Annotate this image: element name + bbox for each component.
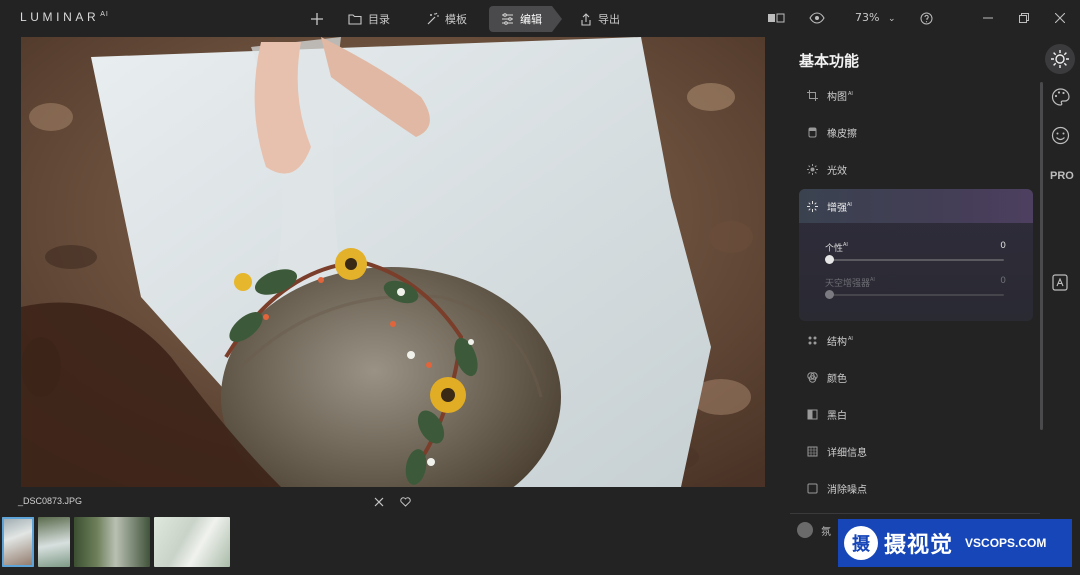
thumbnail[interactable]: [74, 517, 150, 567]
tool-label: 结构: [827, 336, 847, 348]
thumbnail[interactable]: [2, 517, 34, 567]
sun-icon: [1051, 50, 1069, 68]
sparkle-icon: [807, 200, 818, 212]
divider: [790, 513, 1040, 514]
restore-icon[interactable]: [1019, 13, 1029, 23]
tool-label: 颜色: [827, 373, 847, 385]
tool-label: 橡皮擦: [827, 128, 857, 140]
tool-color[interactable]: 颜色: [807, 367, 847, 387]
bw-icon: [807, 409, 818, 419]
face-icon[interactable]: [1051, 126, 1070, 145]
tools-panel: 基本功能 构图AI 橡皮擦 光效 增强AI 个性AI 0 天空增强器AI 0 结…: [790, 37, 1042, 575]
tool-label: 详细信息: [827, 447, 867, 459]
ai-badge: AI: [848, 335, 853, 342]
heart-icon[interactable]: [400, 497, 411, 507]
add-button[interactable]: [310, 6, 324, 32]
export-label: 导出: [598, 13, 620, 26]
app-name: LUMINAR: [20, 10, 100, 24]
image-filename: _DSC0873.JPG: [18, 496, 83, 506]
zoom-select[interactable]: 73% ⌄: [855, 11, 896, 24]
sky-enhancer-slider[interactable]: [825, 290, 1004, 299]
watermark-banner: 摄 摄视觉 VSCOPS.COM: [838, 519, 1072, 567]
panel-scrollbar[interactable]: [1040, 82, 1043, 430]
filmstrip: [2, 517, 230, 567]
slider-label: 个性AI: [825, 242, 848, 254]
watermark-text: 摄视觉: [884, 533, 954, 558]
folder-icon: [348, 14, 362, 25]
tool-details[interactable]: 详细信息: [807, 441, 867, 461]
share-icon: [581, 12, 591, 26]
export-button[interactable]: 导出: [580, 6, 620, 32]
tool-denoise[interactable]: 消除噪点: [807, 478, 867, 498]
edit-label: 编辑: [520, 13, 542, 26]
crop-icon: [807, 89, 818, 101]
photo-canvas[interactable]: [21, 37, 765, 487]
enhance-card: 增强AI 个性AI 0 天空增强器AI 0: [799, 189, 1033, 321]
watermark-logo-icon: 摄: [844, 526, 878, 560]
top-bar: LUMINARAI 目录 模板 编辑 导出 73% ⌄: [0, 0, 1080, 37]
tool-light[interactable]: 光效: [807, 159, 847, 179]
catalog-button[interactable]: 目录: [348, 6, 390, 32]
tool-label: 消除噪点: [827, 484, 867, 496]
tab-edit-arrow: [552, 6, 562, 32]
compare-icon[interactable]: [767, 12, 785, 24]
templates-button[interactable]: 模板: [425, 6, 467, 32]
panel-title: 基本功能: [799, 52, 860, 70]
thumbnail[interactable]: [154, 517, 230, 567]
accent-slider[interactable]: [825, 255, 1004, 264]
structure-icon: [808, 336, 817, 344]
tool-eraser[interactable]: 橡皮擦: [807, 122, 857, 142]
help-icon[interactable]: [920, 12, 933, 25]
tool-bw[interactable]: 黑白: [807, 404, 847, 424]
tool-atmosphere[interactable]: 氛: [797, 522, 831, 538]
eye-icon[interactable]: [809, 12, 825, 24]
palette-icon[interactable]: [1051, 88, 1070, 106]
close-window-icon[interactable]: [1055, 13, 1065, 23]
ai-badge: AI: [848, 90, 853, 97]
slider-label: 天空增强器AI: [825, 277, 875, 289]
slider-value: 0: [1000, 276, 1006, 286]
tool-structure[interactable]: 结构AI: [807, 330, 853, 350]
enhance-header[interactable]: 增强AI: [799, 189, 1033, 223]
sliders-icon: [502, 13, 513, 25]
atmosphere-icon: [797, 522, 813, 538]
color-icon: [807, 371, 818, 383]
reject-icon[interactable]: [374, 497, 384, 507]
tool-label: 氛: [821, 526, 831, 538]
zoom-value: 73%: [855, 11, 880, 24]
slider-knob[interactable]: [825, 290, 834, 299]
layers-icon[interactable]: [1052, 274, 1068, 291]
slider-knob[interactable]: [825, 255, 834, 264]
pro-tools-tab[interactable]: PRO: [1050, 170, 1074, 182]
enhance-label: 增强: [827, 202, 847, 214]
tool-label: 黑白: [827, 410, 847, 422]
app-name-suffix: AI: [100, 11, 109, 18]
sun-icon: [807, 163, 818, 175]
eraser-icon: [808, 127, 817, 137]
thumbnail[interactable]: [38, 517, 70, 567]
details-icon: [807, 446, 818, 456]
app-logo: LUMINARAI: [20, 10, 109, 24]
denoise-icon: [807, 483, 818, 493]
chevron-down-icon: ⌄: [887, 14, 896, 24]
tool-label: 构图: [827, 91, 847, 103]
minimize-icon[interactable]: [983, 17, 993, 19]
magic-wand-icon: [427, 12, 439, 25]
watermark-url: VSCOPS.COM: [965, 536, 1047, 550]
templates-label: 模板: [445, 13, 467, 26]
tool-crop[interactable]: 构图AI: [807, 85, 853, 105]
catalog-label: 目录: [368, 13, 390, 26]
ai-badge: AI: [847, 201, 852, 208]
tool-label: 光效: [827, 165, 847, 177]
slider-value: 0: [1000, 241, 1006, 251]
rail-essentials[interactable]: [1045, 44, 1075, 74]
plus-icon: [311, 13, 323, 25]
tab-edit[interactable]: 编辑: [489, 6, 562, 32]
photo-image: [21, 37, 765, 487]
